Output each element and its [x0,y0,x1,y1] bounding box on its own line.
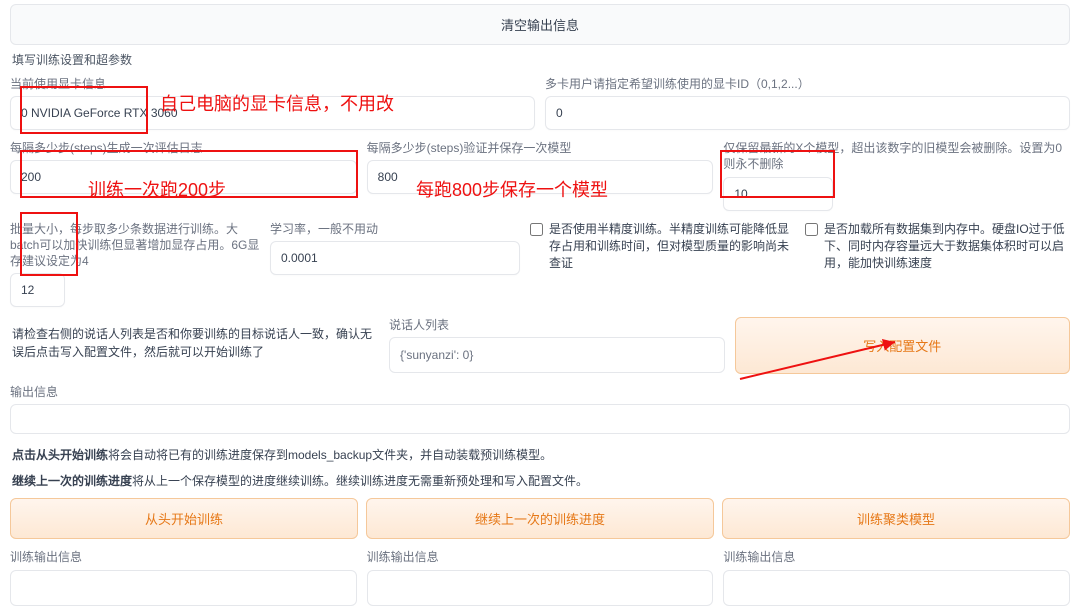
output-info-box [10,404,1070,434]
gpu-info-input[interactable] [10,96,535,130]
gpu-info-label: 当前使用显卡信息 [10,76,535,92]
train-output-label-1: 训练输出信息 [10,549,357,565]
lr-input[interactable] [270,241,520,275]
resume-training-button[interactable]: 继续上一次的训练进度 [366,498,714,539]
clear-output-button[interactable]: 清空输出信息 [10,4,1070,45]
keep-last-label: 仅保留最新的X个模型，超出该数字的旧模型会被删除。设置为0则永不删除 [723,140,1070,172]
load-all-checkbox[interactable]: 是否加载所有数据集到内存中。硬盘IO过于低下、同时内存容量远大于数据集体积时可以… [805,221,1070,273]
train-output-box-3 [723,570,1070,606]
output-info-label: 输出信息 [10,384,1070,400]
train-note-1: 点击从头开始训练将会自动将已有的训练进度保存到models_backup文件夹，… [12,446,1068,464]
start-training-button[interactable]: 从头开始训练 [10,498,358,539]
save-steps-label: 每隔多少步(steps)验证并保存一次模型 [367,140,714,156]
save-steps-input[interactable] [367,160,714,194]
train-output-label-2: 训练输出信息 [367,549,714,565]
speaker-list-label: 说话人列表 [389,317,724,333]
half-precision-checkbox[interactable]: 是否使用半精度训练。半精度训练可能降低显存占用和训练时间，但对模型质量的影响尚未… [530,221,795,273]
train-cluster-button[interactable]: 训练聚类模型 [722,498,1070,539]
write-config-button[interactable]: 写入配置文件 [735,317,1070,374]
load-all-label: 是否加载所有数据集到内存中。硬盘IO过于低下、同时内存容量远大于数据集体积时可以… [824,221,1070,273]
half-precision-box[interactable] [530,223,543,236]
keep-last-input[interactable] [723,177,833,211]
eval-steps-label: 每隔多少步(steps)生成一次评估日志 [10,140,357,156]
batch-input[interactable] [10,273,65,307]
multi-gpu-label: 多卡用户请指定希望训练使用的显卡ID（0,1,2...） [545,76,1070,92]
half-precision-label: 是否使用半精度训练。半精度训练可能降低显存占用和训练时间，但对模型质量的影响尚未… [549,221,795,273]
train-output-box-1 [10,570,357,606]
train-note-2: 继续上一次的训练进度将从上一个保存模型的进度继续训练。继续训练进度无需重新预处理… [12,472,1068,490]
multi-gpu-input[interactable] [545,96,1070,130]
speaker-note: 请检查右侧的说话人列表是否和你要训练的目标说话人一致，确认无误后点击写入配置文件… [12,325,377,361]
lr-label: 学习率，一般不用动 [270,221,520,237]
section-title: 填写训练设置和超参数 [12,51,1070,68]
eval-steps-input[interactable] [10,160,357,194]
train-output-box-2 [367,570,714,606]
load-all-box[interactable] [805,223,818,236]
batch-label: 批量大小，每步取多少条数据进行训练。大batch可以加快训练但显著增加显存占用。… [10,221,260,270]
train-output-label-3: 训练输出信息 [723,549,1070,565]
speaker-list-value: {'sunyanzi': 0} [389,337,724,373]
